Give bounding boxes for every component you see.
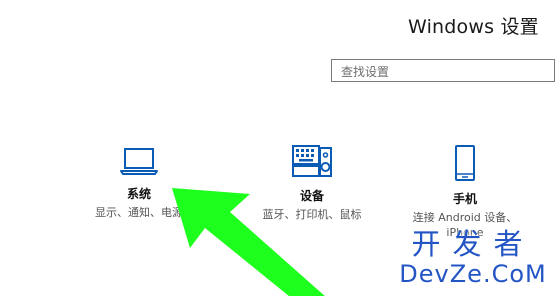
search-input-placeholder: 查找设置 bbox=[341, 65, 390, 79]
tile-devices-description: 蓝牙、打印机、鼠标 bbox=[262, 208, 362, 221]
tile-devices-label: 设备 bbox=[299, 189, 324, 203]
search-box[interactable]: 查找设置 bbox=[331, 59, 555, 82]
tile-system-label: 系统 bbox=[126, 187, 151, 201]
laptop-icon bbox=[120, 148, 158, 175]
watermark-site: DevZe.CoM bbox=[399, 260, 547, 288]
tile-phone[interactable]: 手机 连接 Android 设备、 iPhone bbox=[405, 145, 525, 240]
watermark: 开发者 DevZe.CoM bbox=[398, 228, 548, 288]
tile-phone-label: 手机 bbox=[452, 192, 477, 206]
keyboard-speaker-icon bbox=[292, 145, 332, 177]
tile-phone-description-line1: 连接 Android 设备、 bbox=[412, 211, 518, 224]
tile-devices[interactable]: 设备 蓝牙、打印机、鼠标 bbox=[262, 144, 362, 222]
phone-icon bbox=[455, 145, 475, 181]
watermark-chinese: 开发者 bbox=[411, 227, 535, 261]
page-title: Windows 设置 bbox=[408, 16, 539, 38]
tile-system[interactable]: 系统 显示、通知、电源 bbox=[92, 146, 186, 220]
tile-system-description: 显示、通知、电源 bbox=[95, 206, 183, 219]
